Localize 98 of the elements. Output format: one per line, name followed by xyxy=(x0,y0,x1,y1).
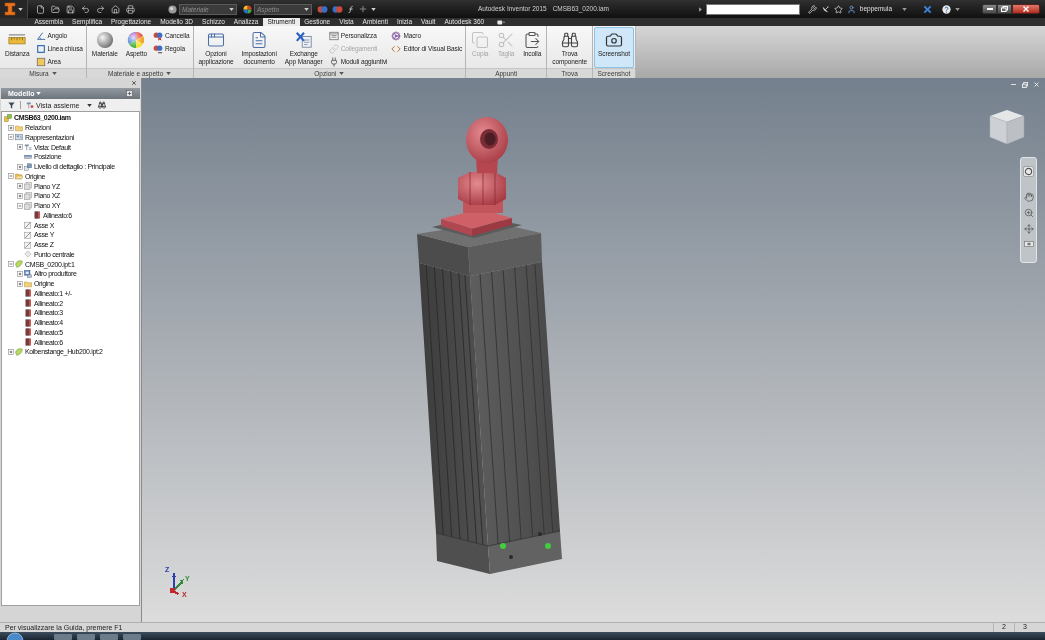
color-wheel-icon xyxy=(127,30,146,49)
angle-icon xyxy=(35,31,46,41)
caret-icon xyxy=(339,72,345,75)
close-button[interactable] xyxy=(1012,4,1040,14)
tree-toggle[interactable] xyxy=(16,202,23,209)
ruler-icon xyxy=(8,34,27,45)
wrench-icon[interactable] xyxy=(807,4,817,14)
folder-icon xyxy=(15,123,23,132)
window-list-icon xyxy=(328,31,339,41)
tree-toggle[interactable] xyxy=(7,124,14,131)
sphere-icon xyxy=(95,30,114,49)
app-window-icon xyxy=(206,30,225,49)
pan-hand-icon[interactable] xyxy=(1023,192,1034,202)
gear-icon xyxy=(391,31,402,41)
four-arrows-icon[interactable] xyxy=(1023,224,1034,234)
caret-icon xyxy=(902,7,907,11)
striped-bar-icon xyxy=(33,211,41,220)
tile-caret-icon[interactable] xyxy=(496,20,505,25)
folder-icon xyxy=(24,279,32,288)
minimize-button[interactable] xyxy=(982,4,997,14)
clipboard-icon xyxy=(523,30,542,49)
tree-toggle[interactable] xyxy=(16,280,23,287)
leaf-icon xyxy=(15,347,23,356)
star-icon[interactable] xyxy=(833,4,843,14)
window-icon xyxy=(15,133,23,142)
caret-icon xyxy=(51,72,57,75)
app-logo-icon xyxy=(4,2,16,16)
tree-toggle[interactable] xyxy=(7,173,14,180)
camera-icon xyxy=(604,30,623,49)
tree-toggle[interactable] xyxy=(16,270,23,277)
caret-icon xyxy=(229,7,234,11)
function-icon[interactable] xyxy=(347,4,355,14)
tee-lines-icon xyxy=(24,143,32,152)
spheres-icon xyxy=(153,44,163,54)
start-orb-icon[interactable] xyxy=(6,632,24,640)
x-logo-icon[interactable] xyxy=(923,4,932,14)
minimize-icon[interactable] xyxy=(1010,81,1017,88)
search-field[interactable] xyxy=(705,3,800,15)
redo-icon[interactable] xyxy=(96,4,105,14)
user-icon[interactable] xyxy=(846,4,856,14)
caret-icon xyxy=(87,103,93,107)
close-icon[interactable] xyxy=(131,80,137,86)
screen-icon[interactable] xyxy=(1023,240,1034,248)
tree-toggle[interactable] xyxy=(16,192,23,199)
new-file-icon[interactable] xyxy=(36,4,45,14)
app-menu-button[interactable] xyxy=(0,0,28,18)
save-icon[interactable] xyxy=(66,4,75,14)
sphere-icon xyxy=(168,4,177,14)
spheres-cross-icon xyxy=(153,31,163,41)
diamond-icon xyxy=(24,250,32,259)
zoom-icon[interactable] xyxy=(1023,208,1034,218)
minimize-icon xyxy=(986,8,993,10)
plug-icon xyxy=(328,57,339,67)
overlapping-squares-icon xyxy=(24,162,32,171)
square-outline-icon xyxy=(35,44,46,54)
stacked-windows-icon xyxy=(24,269,32,278)
x-document-icon xyxy=(294,30,313,49)
link-icon xyxy=(328,44,339,54)
copy-icon xyxy=(471,30,490,49)
open-folder-icon xyxy=(15,172,23,181)
circles-icon[interactable] xyxy=(332,4,343,14)
document-icon xyxy=(250,30,269,49)
binoculars-icon xyxy=(560,30,579,49)
leaf-icon xyxy=(15,260,23,269)
caret-icon xyxy=(304,7,309,11)
tree-toggle[interactable] xyxy=(16,163,23,170)
satellite-dish-icon[interactable] xyxy=(820,4,830,14)
tree-toggle[interactable] xyxy=(7,134,14,141)
filled-square-icon xyxy=(35,57,46,67)
circles-icon[interactable] xyxy=(317,4,328,14)
maximize-button[interactable] xyxy=(997,4,1012,14)
caret-icon xyxy=(371,7,376,11)
tree-toggle[interactable] xyxy=(16,144,23,151)
binoculars-icon[interactable] xyxy=(98,101,107,109)
caret-icon xyxy=(166,72,172,75)
caret-icon xyxy=(18,7,23,11)
tree-toggle[interactable] xyxy=(16,183,23,190)
printer-icon[interactable] xyxy=(126,4,135,14)
code-icon xyxy=(391,44,402,54)
bar-icon xyxy=(24,152,32,161)
close-icon xyxy=(1023,6,1029,12)
caret-icon xyxy=(955,7,960,11)
triangle-arrow-icon[interactable] xyxy=(698,6,702,12)
ring-icon[interactable] xyxy=(1023,166,1034,177)
home-icon[interactable] xyxy=(111,4,120,14)
restore-icon xyxy=(1001,6,1008,12)
plus-square-icon[interactable] xyxy=(126,90,133,97)
restore-icon[interactable] xyxy=(1022,81,1028,88)
undo-icon[interactable] xyxy=(81,4,90,14)
plus-icon[interactable] xyxy=(359,5,367,13)
help-icon[interactable] xyxy=(942,4,951,14)
caret-icon xyxy=(36,92,42,95)
tree-toggle[interactable] xyxy=(7,261,14,268)
quartered-circle-icon xyxy=(243,4,252,14)
open-folder-icon[interactable] xyxy=(51,4,60,14)
tree-toggle[interactable] xyxy=(7,348,14,355)
blocks-icon xyxy=(4,113,12,122)
filter-icon[interactable] xyxy=(8,101,15,109)
